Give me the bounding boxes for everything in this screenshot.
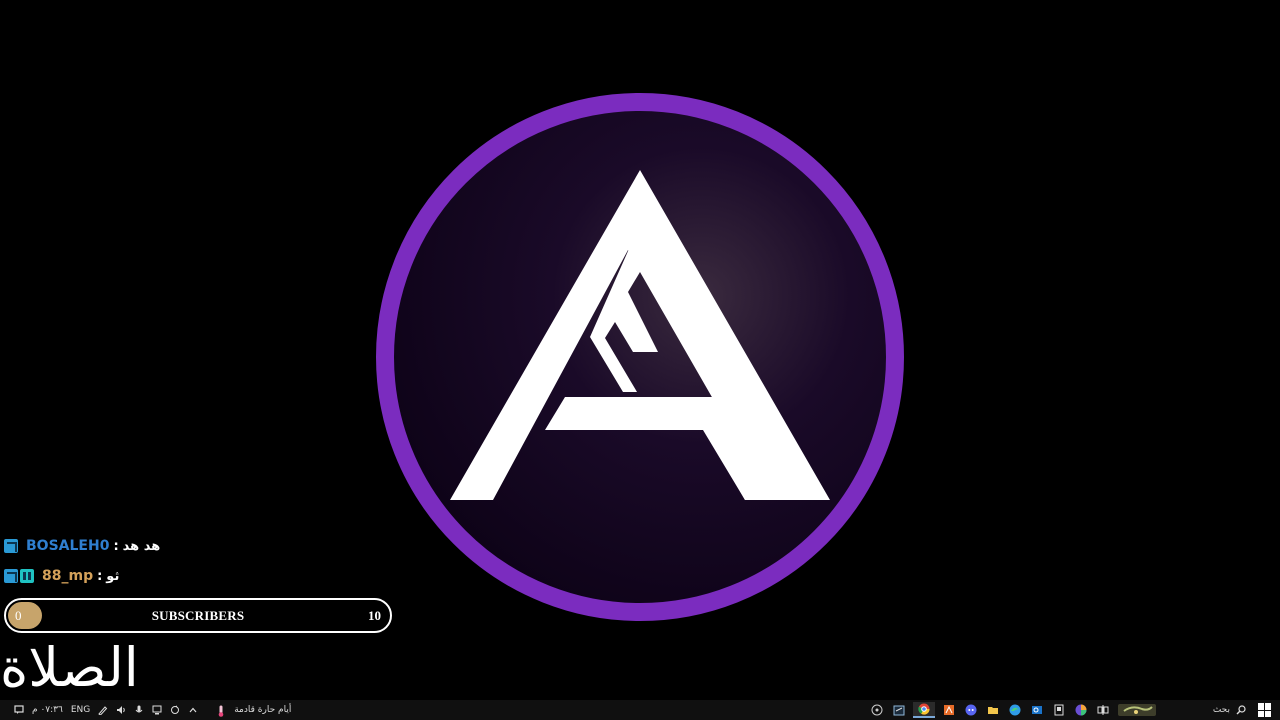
chat-message: 88_mp : ثو (4, 566, 384, 586)
system-tray: ٠٧:٣٦ م ENG أيام حارة قادمة (0, 700, 291, 720)
moderator-badge-icon (4, 569, 18, 583)
tablet-icon[interactable] (1051, 702, 1067, 718)
colorful-app-icon[interactable] (1073, 702, 1089, 718)
network-icon[interactable] (152, 705, 162, 715)
search-highlight-icon[interactable] (1117, 702, 1157, 718)
clock[interactable]: ٠٧:٣٦ م (32, 705, 63, 715)
taskbar-apps: بحث (869, 700, 1280, 720)
discord-icon[interactable] (963, 702, 979, 718)
prayer-headline: الصلاة (0, 636, 139, 699)
chat-username: 88_mp (42, 568, 94, 584)
taskbar: ٠٧:٣٦ م ENG أيام حارة قادمة بحث (0, 700, 1280, 720)
goal-label: SUBSCRIBERS (151, 608, 245, 623)
logo-a-icon (376, 93, 904, 621)
chrome-icon[interactable] (912, 702, 935, 718)
search-icon[interactable] (1236, 705, 1246, 715)
weather-text[interactable]: أيام حارة قادمة (234, 705, 291, 715)
notification-icon[interactable] (14, 705, 24, 715)
channel-logo (375, 92, 905, 622)
volume-icon[interactable] (116, 705, 126, 715)
outlook-icon[interactable] (1029, 702, 1045, 718)
chat-separator: : (113, 538, 119, 554)
edge-icon[interactable] (1007, 702, 1023, 718)
windows-start-icon[interactable] (1258, 703, 1272, 717)
sync-icon[interactable] (170, 705, 180, 715)
obs-icon[interactable] (869, 702, 885, 718)
microphone-icon[interactable] (134, 705, 144, 715)
chat-username: BOSALEH0 (26, 538, 110, 554)
vip-badge-icon (20, 569, 34, 583)
office-icon[interactable] (941, 702, 957, 718)
file-explorer-icon[interactable] (985, 702, 1001, 718)
chat-overlay: BOSALEH0 : هد هد 88_mp : ثو (4, 536, 384, 596)
chat-message: BOSALEH0 : هد هد (4, 536, 384, 556)
sticky-app-icon[interactable] (891, 702, 907, 718)
moderator-badge-icon (4, 539, 18, 553)
goal-target-value: 10 (368, 608, 381, 623)
pen-icon[interactable] (98, 705, 108, 716)
chat-text: هد هد (122, 538, 161, 554)
subscriber-goal-bar: 0 SUBSCRIBERS 10 (4, 598, 392, 633)
task-view-icon[interactable] (1095, 702, 1111, 718)
search-label[interactable]: بحث (1213, 705, 1230, 715)
chat-text: ثو (106, 568, 120, 584)
thermometer-icon[interactable] (216, 705, 226, 717)
chevron-up-icon[interactable] (188, 705, 198, 715)
chat-separator: : (97, 568, 103, 584)
language-indicator[interactable]: ENG (71, 705, 90, 715)
